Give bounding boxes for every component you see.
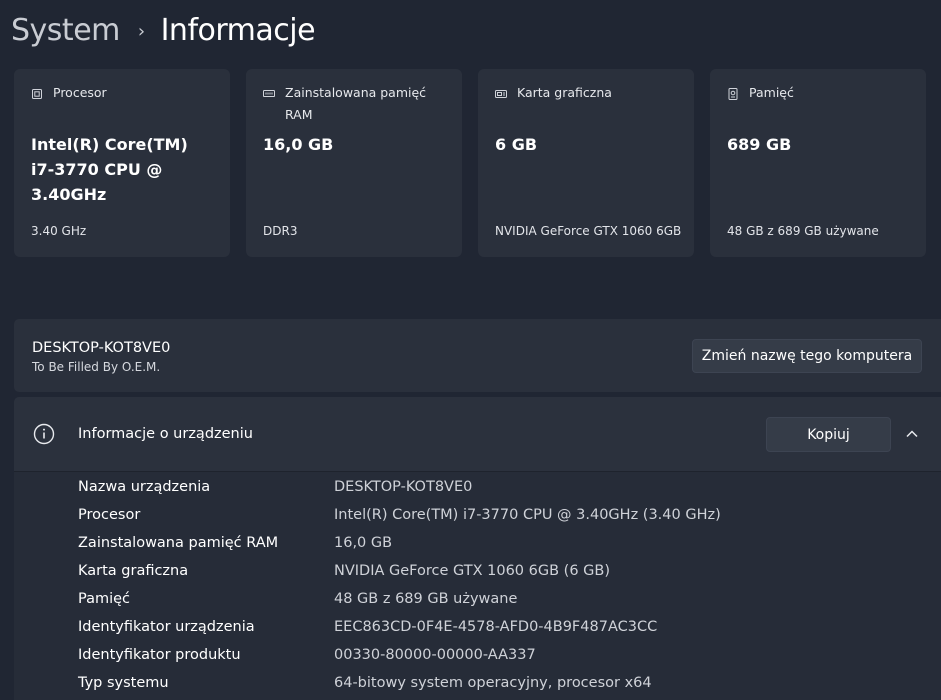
card-value: 689 GB <box>727 135 792 154</box>
spec-key: Identyfikator urządzenia <box>78 619 255 635</box>
spec-row: Pamięć 48 GB z 689 GB używane <box>14 584 941 612</box>
rename-computer-button[interactable]: Zmień nazwę tego komputera <box>692 339 922 373</box>
computer-name: DESKTOP-KOT8VE0 <box>32 340 171 356</box>
spec-key: Procesor <box>78 507 141 523</box>
computer-name-section: DESKTOP-KOT8VE0 To Be Filled By O.E.M. Z… <box>14 319 941 392</box>
spec-value: 64-bitowy system operacyjny, procesor x6… <box>334 675 652 691</box>
card-label: Zainstalowana pamięć RAM <box>285 85 427 122</box>
spec-value: NVIDIA GeForce GTX 1060 6GB (6 GB) <box>334 563 610 579</box>
processor-card: Procesor Intel(R) Core(TM) i7-3770 CPU @… <box>14 69 230 257</box>
spec-value: Intel(R) Core(TM) i7-3770 CPU @ 3.40GHz … <box>334 507 721 523</box>
spec-row: Identyfikator produktu 00330-80000-00000… <box>14 640 941 668</box>
spec-row: Nazwa urządzenia DESKTOP-KOT8VE0 <box>14 472 941 500</box>
device-info-header[interactable]: Informacje o urządzeniu Kopiuj <box>14 397 941 472</box>
spec-key: Karta graficzna <box>78 563 189 579</box>
breadcrumb-system-link[interactable]: System <box>11 13 120 48</box>
spec-value: DESKTOP-KOT8VE0 <box>334 479 473 495</box>
spec-value: EEC863CD-0F4E-4578-AFD0-4B9F487AC3CC <box>334 619 658 635</box>
card-label: Karta graficzna <box>517 85 612 100</box>
card-value: 6 GB <box>495 135 538 154</box>
card-subtext: 48 GB z 689 GB używane <box>727 224 879 238</box>
spec-row: Typ systemu 64-bitowy system operacyjny,… <box>14 668 941 696</box>
card-value: Intel(R) Core(TM) i7-3770 CPU @ 3.40GHz <box>31 135 188 204</box>
ram-card: Zainstalowana pamięć RAM 16,0 GB DDR3 <box>246 69 462 257</box>
spec-value: 00330-80000-00000-AA337 <box>334 647 536 663</box>
device-spec-list: Nazwa urządzenia DESKTOP-KOT8VE0 Proceso… <box>14 472 941 696</box>
spec-key: Zainstalowana pamięć RAM <box>78 535 279 551</box>
spec-row: Identyfikator urządzenia EEC863CD-0F4E-4… <box>14 612 941 640</box>
gpu-icon <box>495 90 507 98</box>
gpu-card: Karta graficzna 6 GB NVIDIA GeForce GTX … <box>478 69 694 257</box>
card-label: Pamięć <box>749 85 794 100</box>
spec-row: Karta graficzna NVIDIA GeForce GTX 1060 … <box>14 556 941 584</box>
computer-model: To Be Filled By O.E.M. <box>32 360 161 374</box>
card-value: 16,0 GB <box>263 135 334 154</box>
breadcrumb: System › Informacje <box>11 10 316 50</box>
info-icon <box>33 423 55 445</box>
copy-button[interactable]: Kopiuj <box>766 417 891 452</box>
spec-key: Identyfikator produktu <box>78 647 241 663</box>
card-subtext: DDR3 <box>263 224 298 238</box>
device-info-panel: Informacje o urządzeniu Kopiuj Nazwa urz… <box>14 397 941 700</box>
spec-row: Zainstalowana pamięć RAM 16,0 GB <box>14 528 941 556</box>
page-title: Informacje <box>160 12 316 48</box>
card-label: Procesor <box>53 85 107 100</box>
spec-value: 48 GB z 689 GB używane <box>334 591 518 607</box>
processor-icon <box>32 89 42 99</box>
card-subtext: 3.40 GHz <box>31 224 87 238</box>
storage-icon <box>728 88 738 100</box>
card-subtext: NVIDIA GeForce GTX 1060 6GB <box>495 224 682 238</box>
storage-card: Pamięć 689 GB 48 GB z 689 GB używane <box>710 69 926 257</box>
chevron-up-icon[interactable] <box>905 427 919 441</box>
spec-key: Typ systemu <box>78 675 169 691</box>
spec-row: Procesor Intel(R) Core(TM) i7-3770 CPU @… <box>14 500 941 528</box>
device-info-title: Informacje o urządzeniu <box>78 426 253 442</box>
chevron-right-icon: › <box>137 20 145 42</box>
memory-icon <box>263 90 275 97</box>
spec-value: 16,0 GB <box>334 535 393 551</box>
spec-key: Nazwa urządzenia <box>78 479 211 495</box>
spec-key: Pamięć <box>78 591 131 607</box>
